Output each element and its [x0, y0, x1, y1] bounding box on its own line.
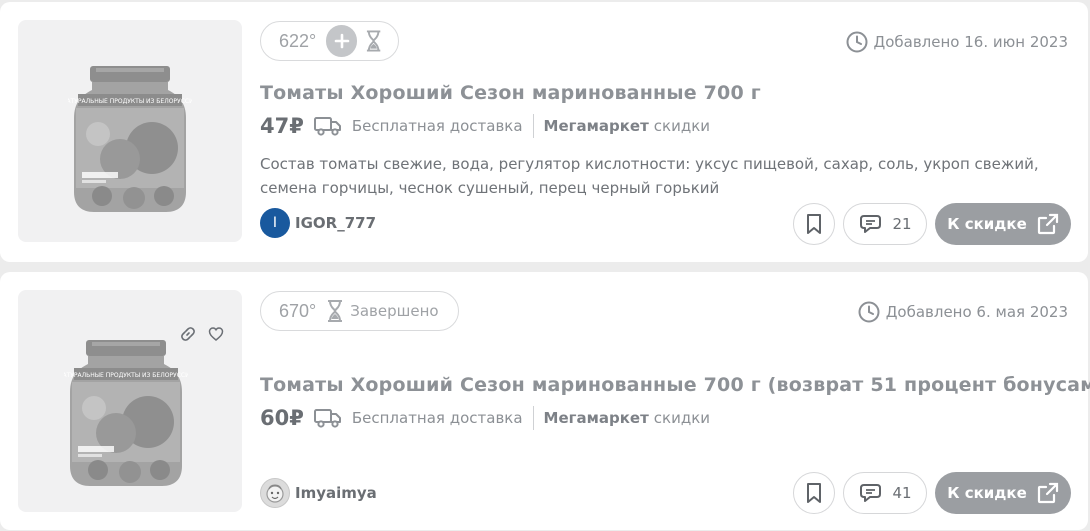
external-link-icon	[1037, 482, 1059, 504]
price-line: 60₽ Бесплатная доставка Мегамаркет скидк…	[260, 406, 710, 430]
temperature-value: 670°	[279, 300, 317, 321]
go-to-deal-label: К скидке	[947, 484, 1027, 502]
author-name[interactable]: Imyaimya	[295, 484, 377, 502]
plus-icon	[334, 33, 349, 49]
deal-price: 47₽	[260, 114, 304, 138]
hourglass-icon	[365, 30, 382, 52]
go-to-deal-button[interactable]: К скидке	[935, 203, 1071, 245]
go-to-deal-button[interactable]: К скидке	[935, 472, 1071, 514]
temperature-badge: 622°	[260, 21, 399, 61]
author[interactable]: I IGOR_777	[260, 208, 376, 238]
comments-count: 41	[892, 484, 912, 502]
price-line: 47₽ Бесплатная доставка Мегамаркет скидк…	[260, 114, 710, 138]
comments-count: 21	[892, 215, 912, 233]
clock-icon	[846, 31, 868, 53]
shop-link[interactable]: Мегамаркет	[544, 117, 649, 135]
author-name[interactable]: IGOR_777	[295, 214, 376, 232]
divider	[532, 406, 534, 430]
product-image	[68, 64, 192, 214]
temperature-badge: 670° Завершено	[260, 291, 459, 331]
deal-title[interactable]: Томаты Хороший Сезон маринованные 700 г	[260, 82, 761, 104]
clock-icon	[858, 301, 880, 323]
product-image	[64, 338, 188, 488]
shop-suffix: скидки	[653, 117, 711, 135]
date-added: Добавлено 6. мая 2023	[858, 301, 1068, 323]
deal-price: 60₽	[260, 406, 304, 430]
date-added-text: Добавлено 6. мая 2023	[885, 303, 1068, 321]
truck-icon	[314, 408, 342, 428]
comments-button[interactable]: 41	[843, 472, 927, 514]
deal-description: Состав томаты свежие, вода, регулятор ки…	[260, 155, 1039, 197]
avatar-image	[266, 484, 284, 503]
image-actions	[180, 326, 224, 342]
shop-suffix: скидки	[653, 409, 711, 427]
bookmark-icon	[805, 213, 823, 235]
comment-icon	[858, 213, 884, 235]
truck-icon	[314, 116, 342, 136]
link-icon[interactable]	[180, 326, 196, 342]
external-link-icon	[1037, 213, 1059, 235]
delivery-label: Бесплатная доставка	[351, 117, 523, 135]
divider	[532, 114, 534, 138]
avatar: I	[260, 208, 290, 238]
bookmark-button[interactable]	[793, 203, 835, 245]
deal-card[interactable]: 622° Добавлено 16. июн 2023 Томаты Хорош…	[0, 2, 1088, 262]
hourglass-icon	[326, 300, 344, 322]
heart-icon[interactable]	[208, 326, 224, 342]
delivery-label: Бесплатная доставка	[351, 409, 523, 427]
bookmark-button[interactable]	[793, 472, 835, 514]
shop-link[interactable]: Мегамаркет	[544, 409, 649, 427]
author[interactable]: Imyaimya	[260, 478, 377, 508]
avatar	[260, 478, 290, 508]
bookmark-icon	[805, 482, 823, 504]
deal-title[interactable]: Томаты Хороший Сезон маринованные 700 г …	[260, 374, 1090, 396]
deal-image[interactable]	[18, 290, 242, 512]
deal-status: Завершено	[350, 302, 439, 320]
go-to-deal-label: К скидке	[947, 215, 1027, 233]
date-added: Добавлено 16. июн 2023	[846, 31, 1069, 53]
comments-button[interactable]: 21	[843, 203, 927, 245]
vote-up-button[interactable]	[326, 25, 357, 57]
comment-icon	[858, 482, 884, 504]
deal-card[interactable]: 670° Завершено Добавлено 6. мая 2023 Том…	[0, 272, 1090, 530]
deal-image[interactable]	[18, 20, 242, 242]
temperature-value: 622°	[279, 30, 317, 51]
date-added-text: Добавлено 16. июн 2023	[873, 33, 1069, 51]
